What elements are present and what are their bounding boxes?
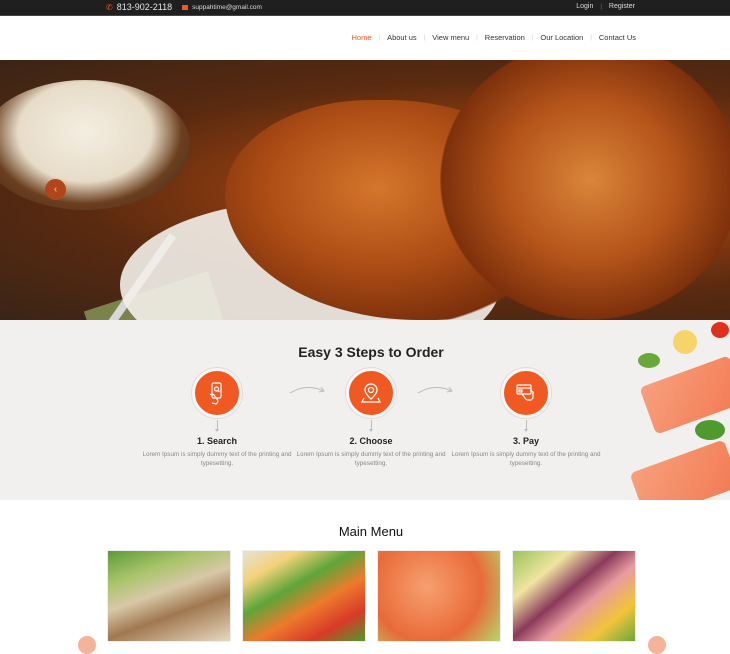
step-description: Lorem Ipsum is simply dummy text of the …: [451, 451, 601, 467]
nav-link-about[interactable]: About us: [387, 33, 417, 42]
step-title: 1. Search: [196, 436, 238, 446]
section-title: Main Menu: [338, 524, 404, 539]
register-link[interactable]: Register: [609, 3, 635, 10]
step-pay: 3. Pay Lorem Ipsum is simply dummy text …: [446, 368, 606, 468]
down-arrow: [214, 420, 219, 432]
nav-item-location[interactable]: Our Location |: [540, 33, 599, 42]
step-description: Lorem Ipsum is simply dummy text of the …: [142, 451, 292, 467]
menu-card[interactable]: [377, 550, 501, 642]
grilled-fish-image: [108, 551, 230, 641]
nav-item-contact[interactable]: Contact Us: [599, 33, 636, 42]
email-address[interactable]: suppahtime@gmail.com: [192, 4, 262, 11]
shrimp-image: [378, 551, 500, 641]
chevron-left-icon: ‹: [53, 184, 58, 195]
step-title: 3. Pay: [512, 436, 540, 446]
egg-carrot-salad-image: [243, 551, 365, 641]
main-navigation: Home | About us | View menu | Reservation | …: [0, 16, 730, 60]
phone-search-icon: [209, 382, 222, 405]
sauce-bowl-image: [0, 80, 190, 210]
separator: |: [531, 34, 534, 41]
nav-link-view-menu[interactable]: View menu: [432, 33, 469, 42]
nav-item-view-menu[interactable]: View menu |: [432, 33, 485, 42]
down-arrow: [523, 420, 528, 432]
nav-link-location[interactable]: Our Location: [540, 33, 583, 42]
menu-prev-button[interactable]: [78, 636, 96, 654]
salmon-decoration-image: [600, 320, 730, 500]
envelope-icon: [182, 4, 189, 10]
location-pin-icon: [360, 383, 382, 403]
nav-link-reservation[interactable]: Reservation: [485, 33, 525, 42]
order-steps-section: Easy 3 Steps to Order 1. Search Lorem Ip…: [0, 320, 730, 500]
separator: |: [600, 3, 602, 10]
tomato-image: [711, 322, 729, 338]
top-bar: ✆ 813-902-2118 suppahtime@gmail.com Logi…: [0, 0, 730, 16]
menu-card[interactable]: [512, 550, 636, 642]
basil-leaf-image: [695, 420, 725, 440]
contact-info: ✆ 813-902-2118 suppahtime@gmail.com: [106, 2, 262, 12]
nav-item-about[interactable]: About us |: [387, 33, 432, 42]
menu-card[interactable]: [107, 550, 231, 642]
step-search: 1. Search Lorem Ipsum is simply dummy te…: [137, 368, 297, 468]
phone-number: 813-902-2118: [116, 2, 173, 12]
separator: |: [378, 34, 381, 41]
separator: |: [590, 34, 592, 41]
lemon-image: [673, 330, 697, 354]
basil-leaf-image: [638, 353, 660, 368]
step-title: 2. Choose: [349, 436, 393, 446]
auth-links: Login | Register: [576, 3, 635, 10]
menu-next-button[interactable]: [648, 636, 666, 654]
nav-item-reservation[interactable]: Reservation |: [485, 33, 541, 42]
phone-icon: ✆: [106, 2, 113, 12]
separator: |: [476, 34, 478, 41]
nav-link-home[interactable]: Home: [352, 33, 372, 42]
step-icon-circle: [501, 368, 551, 418]
step-icon-circle: [192, 368, 242, 418]
separator: |: [423, 34, 426, 41]
salmon-fillet-image: [629, 439, 730, 500]
step-icon-circle: [346, 368, 396, 418]
credit-card-hand-icon: [516, 384, 534, 401]
menu-card[interactable]: [242, 550, 366, 642]
nav-link-contact[interactable]: Contact Us: [599, 33, 636, 42]
down-arrow: [368, 420, 373, 432]
login-link[interactable]: Login: [576, 3, 593, 10]
step-description: Lorem Ipsum is simply dummy text of the …: [296, 451, 446, 467]
ham-salad-image: [513, 551, 635, 641]
slider-prev-button[interactable]: ‹: [45, 179, 66, 200]
hero-slider: ‹: [0, 60, 730, 320]
nav-item-home[interactable]: Home |: [352, 33, 388, 42]
